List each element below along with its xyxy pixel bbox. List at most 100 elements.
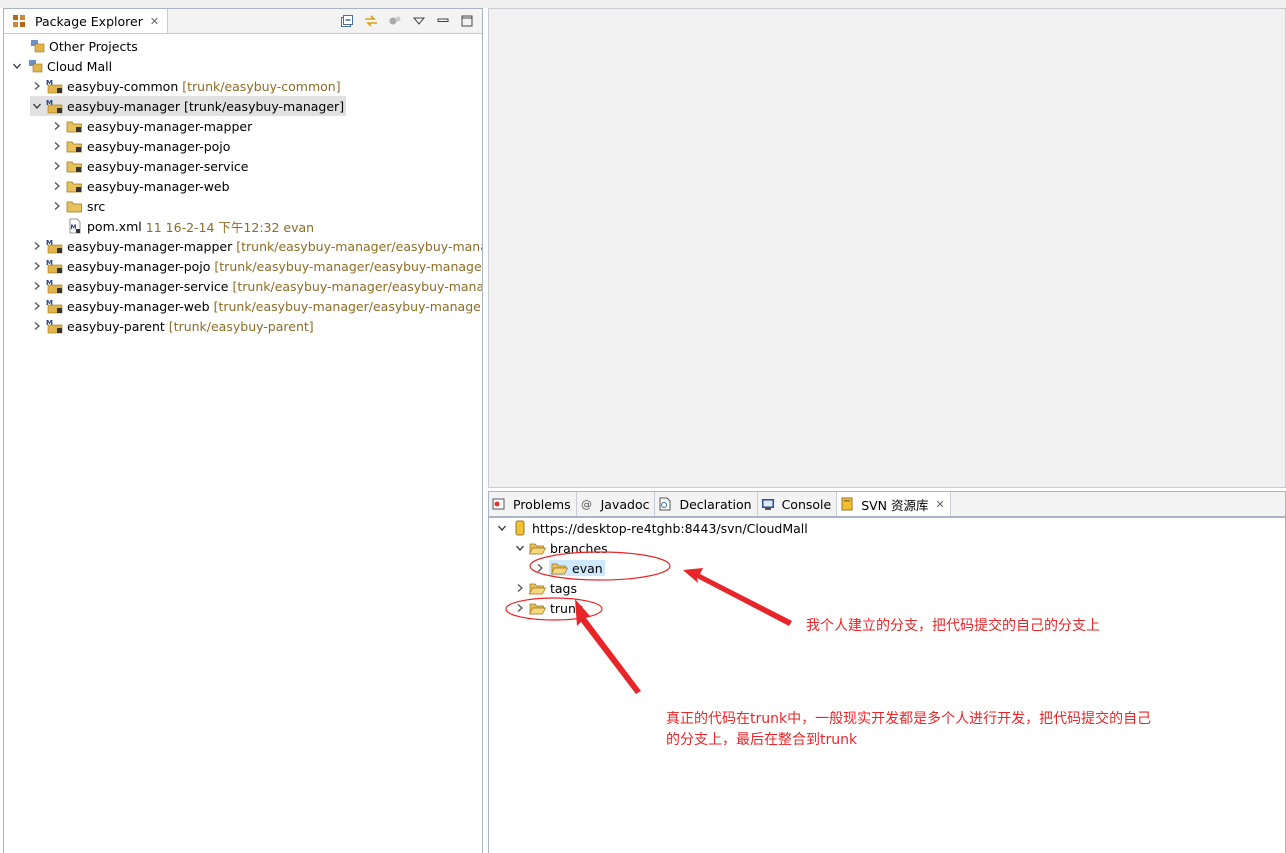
tab-javadoc[interactable]: @ Javadoc [577,492,656,516]
package-explorer-title: Package Explorer [35,13,143,29]
tab-console[interactable]: Console [758,492,838,516]
chevron-down-icon[interactable] [495,520,509,536]
bottom-tab-bar: Problems @ Javadoc Declaration Console S… [489,492,1285,518]
maximize-icon[interactable] [458,12,476,30]
chevron-right-icon[interactable] [513,580,527,596]
chevron-right-icon[interactable] [30,258,44,274]
svn-folder-evan[interactable]: evan [533,558,605,578]
folder-open-icon [529,600,547,616]
view-menu-icon[interactable] [410,12,428,30]
tree-item-working-set[interactable]: Other Projects [28,36,138,56]
focus-icon[interactable] [386,12,404,30]
folder-icon [66,138,84,154]
tree-item-project[interactable]: M easybuy-parent [trunk/easybuy-parent] [30,316,314,336]
tree-item-file[interactable]: M pom.xml 11 16-2-14 下午12:32 evan [66,216,314,236]
folder-icon [66,178,84,194]
xml-file-icon: M [66,218,84,234]
editor-area [488,8,1286,488]
chevron-right-icon[interactable] [50,118,64,134]
tree-item-folder[interactable]: easybuy-manager-pojo [50,136,230,156]
svn-folder-tags[interactable]: tags [513,578,577,598]
maven-project-icon: M [46,278,64,294]
svn-repository-icon [511,520,529,536]
tab-label: Console [781,496,832,512]
declaration-icon [658,496,672,512]
chevron-right-icon[interactable] [533,560,547,576]
tree-item-label: easybuy-common [67,78,179,94]
maven-project-icon: M [46,238,64,254]
package-explorer-icon [10,13,28,29]
chevron-right-icon[interactable] [50,198,64,214]
tree-item-label: easybuy-parent [67,318,165,334]
tree-item-folder[interactable]: easybuy-manager-service [50,156,248,176]
tree-item-label: Other Projects [49,38,138,54]
bottom-view-stack: Problems @ Javadoc Declaration Console S… [488,491,1286,853]
tree-item-project[interactable]: M easybuy-manager [trunk/easybuy-manager… [30,96,347,116]
chevron-right-icon[interactable] [513,600,527,616]
svn-decoration: [trunk/easybuy-manager/easybuy-manager-m… [236,238,482,254]
svn-repository-root[interactable]: https://desktop-re4tghb:8443/svn/CloudMa… [495,518,808,538]
tree-item-label: easybuy-manager-service [67,278,229,294]
tree-item-label: branches [550,540,608,556]
svn-decoration: [trunk/easybuy-manager/easybuy-manager-p… [214,258,483,274]
tab-problems[interactable]: Problems [489,492,577,516]
tree-item-label: trunk [550,600,584,616]
tree-item-project[interactable]: M easybuy-manager-mapper [trunk/easybuy-… [30,236,482,256]
tab-declaration[interactable]: Declaration [655,492,758,516]
tab-label: Declaration [679,496,752,512]
folder-open-icon [529,580,547,596]
close-icon[interactable]: ✕ [936,498,945,511]
chevron-down-icon[interactable] [513,540,527,556]
link-with-editor-icon[interactable] [362,12,380,30]
tree-item-label: evan [572,560,603,576]
problems-icon [492,496,506,512]
tree-item-label: easybuy-manager-mapper [67,238,233,254]
tab-package-explorer[interactable]: Package Explorer ✕ [4,9,169,33]
chevron-right-icon[interactable] [50,158,64,174]
svn-decoration: [trunk/easybuy-common] [182,78,341,94]
tab-label: Javadoc [600,496,650,512]
folder-icon [66,158,84,174]
chevron-right-icon[interactable] [30,278,44,294]
chevron-right-icon[interactable] [50,178,64,194]
tab-label: Problems [513,496,571,512]
svn-decoration: 11 16-2-14 下午12:32 evan [145,219,315,235]
collapse-all-icon[interactable] [338,12,356,30]
chevron-right-icon[interactable] [30,298,44,314]
chevron-right-icon[interactable] [30,238,44,254]
folder-icon [66,118,84,134]
maven-project-icon: M [46,318,64,334]
chevron-right-icon[interactable] [50,138,64,154]
svn-repository-url: https://desktop-re4tghb:8443/svn/CloudMa… [532,520,808,536]
maven-project-icon: M [46,98,64,114]
tree-item-label: Cloud Mall [47,58,113,74]
tree-item-project[interactable]: M easybuy-manager-web [trunk/easybuy-man… [30,296,482,316]
svn-folder-branches[interactable]: branches [513,538,608,558]
tree-item-label: easybuy-manager-pojo [87,138,231,154]
svn-repository-tree: https://desktop-re4tghb:8443/svn/CloudMa… [489,518,1285,853]
svg-text:@: @ [581,498,592,511]
tree-item-working-set[interactable]: Cloud Mall [10,56,112,76]
minimize-icon[interactable] [434,12,452,30]
svn-folder-trunk[interactable]: trunk [513,598,583,618]
tree-item-folder[interactable]: easybuy-manager-web [50,176,230,196]
annotation-trunk-note-line2: 的分支上，最后在整合到trunk [666,732,858,748]
close-icon[interactable]: ✕ [150,15,159,28]
chevron-right-icon[interactable] [30,78,44,94]
tree-item-project[interactable]: M easybuy-common [trunk/easybuy-common] [30,76,341,96]
tree-item-folder[interactable]: easybuy-manager-mapper [50,116,252,136]
selected-item: evan [549,560,605,576]
annotation-trunk-note-line1: 真正的代码在trunk中，一般现实开发都是多个人进行开发，把代码提交的自己 [666,711,1152,727]
tree-item-project[interactable]: M easybuy-manager-service [trunk/easybuy… [30,276,482,296]
svn-decoration: [trunk/easybuy-manager/easybuy-manager-w… [213,298,482,314]
chevron-right-icon[interactable] [30,318,44,334]
tree-item-project[interactable]: M easybuy-manager-pojo [trunk/easybuy-ma… [30,256,483,276]
tab-svn-repositories[interactable]: SVN 资源库 ✕ [837,492,951,516]
chevron-down-icon[interactable] [10,58,24,74]
folder-icon [66,198,84,214]
javadoc-icon: @ [580,496,594,512]
chevron-down-icon[interactable] [30,98,44,114]
tree-item-folder[interactable]: src [50,196,105,216]
folder-open-icon [529,540,547,556]
tree-item-label: easybuy-manager-service [87,158,249,174]
